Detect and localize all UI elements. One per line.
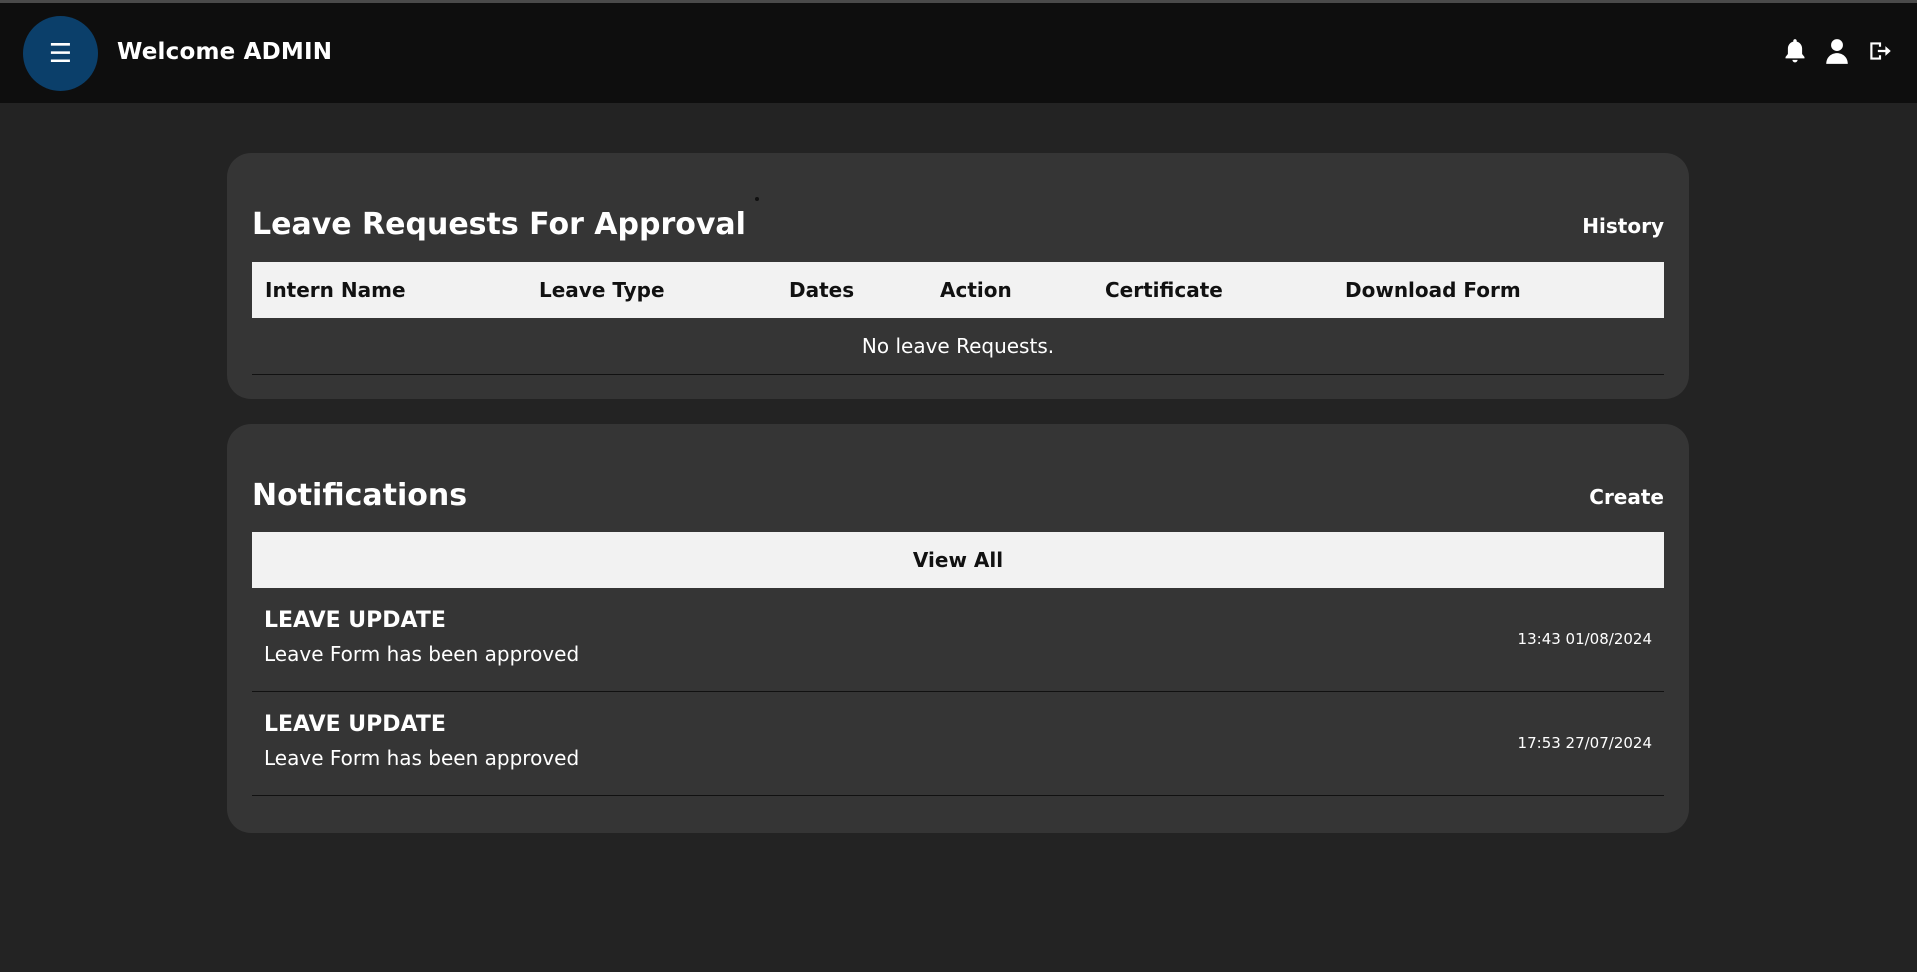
top-bar: ☰ Welcome ADMIN: [0, 3, 1917, 103]
bell-icon[interactable]: [1782, 37, 1808, 65]
notifications-card: Notifications Create View All LEAVE UPDA…: [227, 424, 1689, 833]
history-link[interactable]: History: [1582, 214, 1664, 238]
hamburger-icon: ☰: [48, 38, 73, 69]
empty-table-message: No leave Requests.: [252, 318, 1664, 375]
column-download-form: Download Form: [1345, 278, 1521, 302]
cursor-dot: [755, 197, 759, 201]
notification-title: LEAVE UPDATE: [264, 608, 446, 633]
notification-item[interactable]: LEAVE UPDATE Leave Form has been approve…: [252, 588, 1664, 692]
leave-table-header: Intern Name Leave Type Dates Action Cert…: [252, 262, 1664, 318]
notification-message: Leave Form has been approved: [264, 642, 580, 666]
column-certificate: Certificate: [1105, 278, 1223, 302]
notification-item[interactable]: LEAVE UPDATE Leave Form has been approve…: [252, 692, 1664, 796]
notification-message: Leave Form has been approved: [264, 746, 580, 770]
user-icon[interactable]: [1824, 37, 1850, 65]
menu-button[interactable]: ☰: [23, 16, 98, 91]
notifications-title: Notifications: [252, 478, 468, 513]
notification-title: LEAVE UPDATE: [264, 712, 446, 737]
notification-time: 17:53 27/07/2024: [1517, 734, 1652, 752]
create-link[interactable]: Create: [1589, 485, 1664, 509]
welcome-text: Welcome ADMIN: [117, 39, 333, 65]
column-intern-name: Intern Name: [265, 278, 406, 302]
leave-requests-card: Leave Requests For Approval History Inte…: [227, 153, 1689, 399]
view-all-button[interactable]: View All: [252, 532, 1664, 588]
notification-time: 13:43 01/08/2024: [1517, 630, 1652, 648]
column-leave-type: Leave Type: [539, 278, 665, 302]
column-action: Action: [940, 278, 1012, 302]
leave-requests-title: Leave Requests For Approval: [252, 207, 746, 242]
logout-icon[interactable]: [1867, 37, 1893, 65]
column-dates: Dates: [789, 278, 855, 302]
